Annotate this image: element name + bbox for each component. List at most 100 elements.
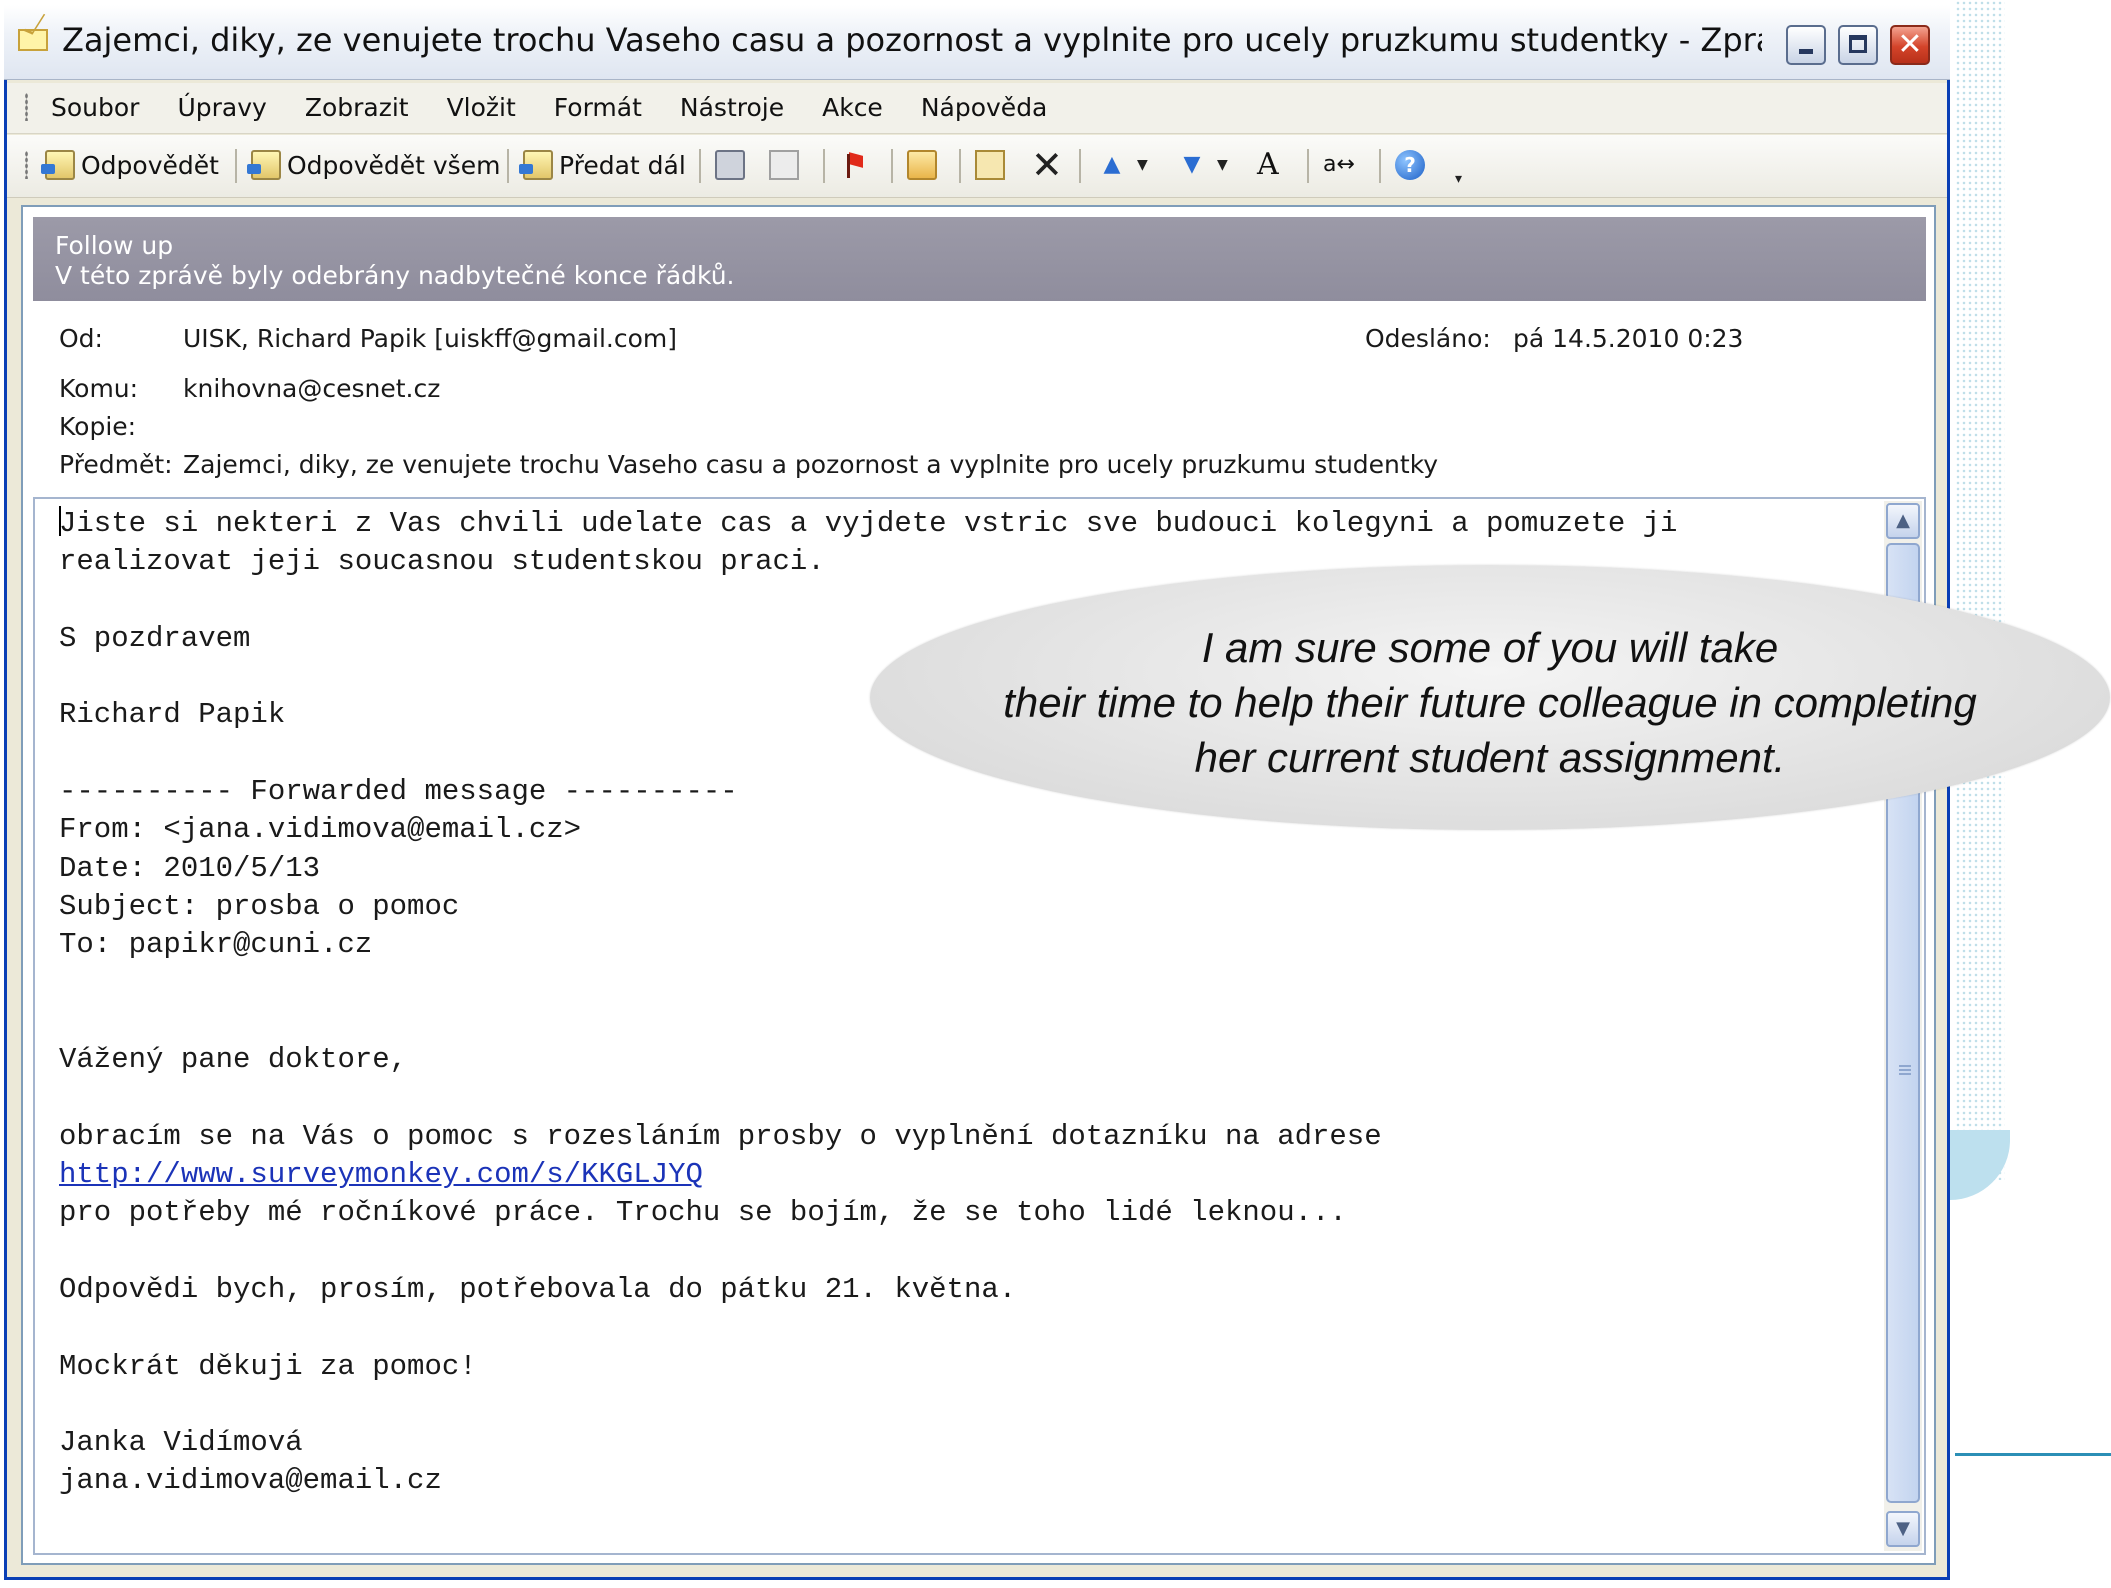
body-line: pro potřeby mé ročníkové práce. Trochu s…	[59, 1196, 1347, 1230]
move-button[interactable]	[975, 145, 1011, 185]
move-to-folder-button[interactable]	[907, 145, 943, 185]
menu-items: Soubor Úpravy Zobrazit Vložit Formát Nás…	[51, 93, 1047, 122]
info-bar-line-breaks-note: V této zprávě byly odebrány nadbytečné k…	[55, 261, 735, 290]
info-bar[interactable]: Follow up V této zprávě byly odebrány na…	[33, 217, 1926, 301]
menu-format[interactable]: Formát	[554, 93, 642, 122]
title-bar[interactable]: Zajemci, diky, ze venujete trochu Vaseho…	[4, 5, 1950, 80]
toolbar-overflow-icon: ▾	[1455, 171, 1463, 187]
toolbar-separator	[1307, 149, 1309, 183]
menubar-grip-icon[interactable]	[25, 93, 28, 121]
body-line: Janka Vidímová	[59, 1426, 303, 1460]
scroll-down-button[interactable]: ▼	[1886, 1511, 1920, 1547]
standard-toolbar: Odpovědět Odpovědět všem Předat dál ✕ ▲ ▼…	[7, 135, 1947, 198]
envelope-icon	[18, 29, 48, 51]
callout-line: I am sure some of you will take	[1201, 624, 1779, 671]
menu-insert[interactable]: Vložit	[447, 93, 516, 122]
menu-bar: Soubor Úpravy Zobrazit Vložit Formát Nás…	[7, 83, 1947, 134]
body-line: Jiste si nekteri z Vas chvili udelate ca…	[59, 507, 1678, 540]
callout-line: their time to help their future colleagu…	[1003, 679, 1977, 726]
next-item-button[interactable]: ▼ ▼	[1177, 145, 1228, 185]
toolbar-separator	[1079, 149, 1081, 183]
delete-x-icon: ✕	[1031, 143, 1063, 187]
callout-line: her current student assignment.	[1194, 734, 1786, 781]
toolbar-separator	[507, 149, 509, 183]
reply-all-button[interactable]: Odpovědět všem	[247, 145, 501, 185]
body-line: jana.vidimova@email.cz	[59, 1464, 442, 1498]
toolbar-separator	[891, 149, 893, 183]
subject-label: Předmět:	[59, 450, 173, 479]
body-line: From: <jana.vidimova@email.cz>	[59, 813, 582, 847]
printer-icon	[715, 150, 745, 180]
close-button[interactable]: ✕	[1890, 25, 1930, 65]
body-line: Odpovědi bych, prosím, potřebovala do pá…	[59, 1272, 1017, 1306]
subject-value: Zajemci, diky, ze venujete trochu Vaseho…	[183, 450, 1439, 479]
print-button[interactable]	[715, 145, 751, 185]
toolbar-separator	[823, 149, 825, 183]
thumb-grip-icon	[1899, 1065, 1911, 1077]
delete-button[interactable]: ✕	[1031, 145, 1067, 185]
help-icon: ?	[1395, 150, 1425, 180]
toolbar-separator	[1379, 149, 1381, 183]
menu-actions[interactable]: Akce	[822, 93, 883, 122]
move-icon	[975, 150, 1005, 180]
body-line: Date: 2010/5/13	[59, 851, 321, 885]
chevron-up-icon: ▲	[1896, 510, 1910, 531]
translation-callout: I am sure some of you will take their ti…	[870, 565, 2110, 830]
body-line: realizovat jeji soucasnou studentskou pr…	[59, 545, 825, 579]
survey-link[interactable]: http://www.surveymonkey.com/s/KKGLJYQ	[59, 1158, 703, 1191]
to-value[interactable]: knihovna@cesnet.cz	[183, 374, 440, 403]
folder-icon	[907, 150, 937, 180]
body-line: obracím se na Vás o pomoc s rozesláním p…	[59, 1119, 1382, 1153]
forward-icon	[519, 150, 553, 180]
callout-text: I am sure some of you will take their ti…	[870, 620, 2110, 785]
help-button[interactable]: ?	[1395, 145, 1431, 185]
chevron-down-icon[interactable]: ▼	[1217, 157, 1228, 173]
background-accent-line	[1955, 1453, 2111, 1456]
from-value[interactable]: UISK, Richard Papik [uiskff@gmail.com]	[183, 324, 677, 353]
body-line: Richard Papik	[59, 698, 286, 732]
arrow-up-icon: ▲	[1103, 152, 1121, 177]
font-size-icon: A	[1257, 147, 1279, 182]
menu-edit[interactable]: Úpravy	[177, 93, 266, 122]
body-line: S pozdravem	[59, 621, 251, 655]
menu-tools[interactable]: Nástroje	[680, 93, 784, 122]
font-size-button[interactable]: A	[1257, 145, 1293, 185]
maximize-button[interactable]	[1838, 25, 1878, 65]
window-title: Zajemci, diky, ze venujete trochu Vaseho…	[62, 21, 1762, 59]
close-icon: ✕	[1897, 27, 1923, 62]
previous-item-button[interactable]: ▲ ▼	[1097, 145, 1148, 185]
chevron-down-icon[interactable]: ▼	[1137, 157, 1148, 173]
forward-button[interactable]: Předat dál	[519, 145, 686, 185]
copy-button[interactable]	[769, 145, 805, 185]
body-line: ---------- Forwarded message ----------	[59, 775, 738, 809]
chevron-down-icon: ▼	[1896, 1518, 1910, 1539]
toolbar-grip-icon[interactable]	[25, 151, 28, 179]
reply-all-label: Odpovědět všem	[287, 150, 501, 180]
background-dot-pattern	[1955, 0, 2005, 1180]
toolbar-separator	[959, 149, 961, 183]
toolbar-separator	[699, 149, 701, 183]
scroll-up-button[interactable]: ▲	[1886, 503, 1920, 539]
reply-button[interactable]: Odpovědět	[41, 145, 219, 185]
toolbar-options-button[interactable]: ▾	[1451, 159, 1462, 199]
menu-view[interactable]: Zobrazit	[305, 93, 409, 122]
from-label: Od:	[59, 324, 103, 353]
menu-file[interactable]: Soubor	[51, 93, 139, 122]
message-pane: Follow up V této zprávě byly odebrány na…	[21, 205, 1936, 1565]
translate-button[interactable]: a↔	[1323, 145, 1359, 185]
cc-label: Kopie:	[59, 412, 137, 441]
info-bar-follow-up: Follow up	[55, 231, 174, 260]
flag-icon	[843, 150, 865, 180]
reply-label: Odpovědět	[81, 150, 219, 180]
menu-help[interactable]: Nápověda	[921, 93, 1048, 122]
forward-label: Předat dál	[559, 150, 686, 180]
translate-icon: a↔	[1323, 152, 1355, 177]
copy-icon	[769, 150, 799, 180]
maximize-icon	[1849, 35, 1867, 53]
minimize-icon	[1799, 49, 1813, 54]
follow-up-flag-button[interactable]	[843, 145, 871, 185]
reply-icon	[41, 150, 75, 180]
body-line: To: papikr@cuni.cz	[59, 928, 373, 962]
minimize-button[interactable]	[1786, 25, 1826, 65]
toolbar-separator	[235, 149, 237, 183]
